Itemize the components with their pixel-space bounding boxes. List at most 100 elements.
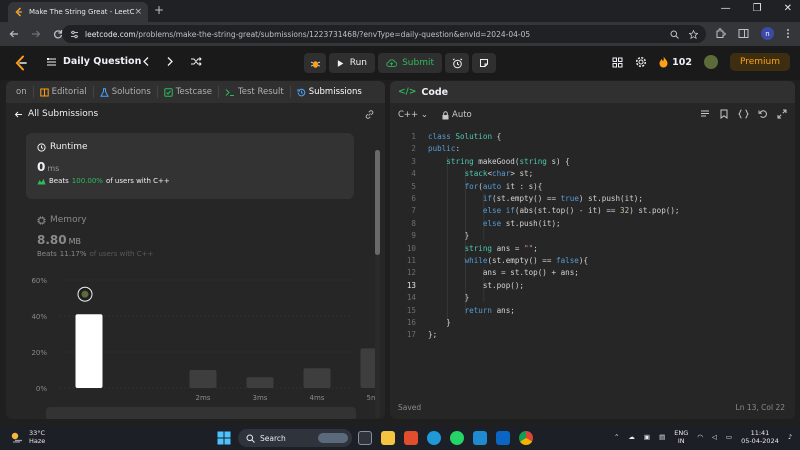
code-line: 6 if(st.empty() == true) st.push(it); — [390, 193, 795, 205]
prev-problem-icon[interactable] — [142, 56, 150, 67]
code-line: 16 } — [390, 317, 795, 329]
back-arrow-icon[interactable] — [6, 26, 22, 42]
runtime-title: Runtime — [37, 142, 343, 152]
close-window-icon[interactable]: ✕ — [784, 3, 792, 14]
tray-app-icon[interactable]: ▣ — [644, 433, 650, 441]
code-text: for(auto it : s){ — [464, 181, 543, 191]
play-icon — [337, 59, 344, 67]
weather-sun-icon — [11, 432, 22, 443]
vscode-icon[interactable] — [473, 431, 487, 445]
timer-button[interactable] — [445, 53, 469, 73]
chart-bar[interactable] — [303, 368, 331, 388]
chart-bar-highlight[interactable] — [75, 314, 103, 388]
share-link-icon[interactable] — [364, 109, 375, 120]
expand-icon[interactable] — [777, 109, 787, 119]
history-icon — [297, 88, 306, 96]
tab-submissions[interactable]: Submissions — [291, 86, 368, 98]
chart-bar[interactable] — [189, 370, 217, 388]
memory-card[interactable]: Memory 8.80 MB Beats 11.17% of users with… — [37, 215, 153, 258]
notes-button[interactable] — [472, 53, 496, 73]
chart-bar[interactable] — [360, 348, 377, 388]
restore-icon[interactable]: ❐ — [753, 3, 762, 14]
submit-button[interactable]: Submit — [378, 53, 442, 73]
code-line: 9 } — [390, 230, 795, 242]
tab-editorial[interactable]: Editorial — [34, 86, 94, 98]
weather-widget[interactable]: 33°C Haze — [10, 429, 45, 445]
runtime-title-text: Runtime — [50, 142, 88, 152]
extensions-puzzle-icon[interactable] — [715, 28, 726, 39]
address-bar[interactable]: leetcode.com/problems/make-the-string-gr… — [62, 25, 706, 43]
debug-button[interactable] — [304, 53, 326, 73]
flask-icon — [99, 87, 109, 97]
bookmark-star-icon[interactable] — [689, 29, 698, 39]
all-submissions-link[interactable]: All Submissions — [14, 109, 98, 119]
tab-description[interactable]: on — [10, 86, 34, 98]
onedrive-icon[interactable]: ☁ — [628, 433, 635, 441]
office-icon[interactable] — [404, 431, 418, 445]
tab-test-result[interactable]: Test Result — [219, 86, 291, 98]
shuffle-icon[interactable] — [190, 56, 202, 67]
browser-tab[interactable]: Make The String Great - LeetCode × — [8, 2, 148, 22]
editor-status-bar: Saved Ln 13, Col 22 — [390, 399, 795, 417]
problem-list-icon — [47, 57, 56, 66]
code-text: else if(abs(st.top() - it) == 32) st.pop… — [482, 206, 680, 216]
line-number: 12 — [406, 268, 416, 278]
auto-mode-toggle[interactable]: Auto — [442, 110, 472, 120]
braces-icon[interactable] — [738, 109, 749, 119]
language-select[interactable]: C++ ⌄ — [398, 110, 428, 120]
linkedin-icon[interactable] — [496, 431, 510, 445]
battery-icon[interactable]: ▭ — [726, 433, 732, 441]
runtime-card[interactable]: Runtime 0 ms Beats 100.00% of users with … — [26, 133, 354, 199]
whatsapp-icon[interactable] — [450, 431, 464, 445]
task-view-icon[interactable] — [358, 431, 372, 445]
edge-icon[interactable] — [427, 431, 441, 445]
user-avatar[interactable] — [703, 55, 718, 69]
premium-button[interactable]: Premium — [729, 53, 790, 71]
wifi-icon[interactable]: ◠ — [697, 433, 703, 441]
settings-gear-icon[interactable] — [635, 56, 647, 68]
notification-bell-icon[interactable]: ♪ — [788, 433, 792, 441]
site-settings-icon[interactable] — [70, 30, 79, 39]
chevron-down-icon: ⌄ — [420, 110, 429, 120]
tray-app-icon-2[interactable]: ▤ — [659, 433, 665, 441]
tab-solutions[interactable]: Solutions — [94, 86, 158, 98]
kebab-menu-icon[interactable] — [786, 28, 790, 39]
forward-arrow-icon[interactable] — [28, 26, 44, 42]
left-panel: on Editorial Solutions Testcase Test Res… — [6, 81, 385, 419]
left-panel-scrollbar-thumb[interactable] — [375, 150, 380, 255]
language-indicator[interactable]: ENG IN — [674, 429, 688, 445]
chrome-icon[interactable] — [519, 431, 533, 445]
run-button[interactable]: Run — [329, 53, 375, 73]
zoom-icon[interactable] — [670, 30, 679, 39]
window-controls: — ❐ ✕ — [721, 3, 792, 14]
side-panel-icon[interactable] — [738, 28, 749, 39]
format-lines-icon[interactable] — [700, 109, 710, 119]
daily-question-link[interactable]: Daily Question — [46, 56, 141, 67]
tab-close-icon[interactable]: × — [134, 7, 142, 17]
minimize-icon[interactable]: — — [721, 3, 731, 14]
code-line: 3 string makeGood(string s) { — [390, 156, 795, 168]
next-problem-icon[interactable] — [166, 56, 174, 67]
new-tab-button[interactable]: + — [154, 3, 164, 17]
chart-bar[interactable] — [246, 377, 274, 388]
reset-icon[interactable] — [758, 109, 768, 119]
layout-grid-icon[interactable] — [612, 57, 623, 68]
code-editor[interactable]: 1 class Solution {2 public: 3 string makeGo… — [390, 131, 795, 393]
code-line: 17}; — [390, 329, 795, 341]
clock[interactable]: 11:41 05-04-2024 — [741, 429, 779, 445]
header-right: 102 Premium — [612, 53, 790, 71]
runtime-unit: ms — [47, 164, 60, 173]
code-panel-title: Code — [421, 86, 449, 98]
file-explorer-icon[interactable] — [381, 431, 395, 445]
taskbar-search[interactable]: Search — [238, 429, 352, 447]
tray-chevron-up-icon[interactable]: ⌃ — [614, 433, 619, 441]
bookmark-icon[interactable] — [719, 109, 729, 119]
checkbox-icon — [164, 87, 173, 97]
leetcode-logo-icon[interactable] — [14, 55, 28, 71]
windows-start-icon[interactable] — [217, 431, 231, 445]
runtime-distribution-chart: 0%20%40%60%2ms3ms4ms5ms — [31, 277, 377, 419]
profile-avatar[interactable]: n — [761, 27, 774, 40]
tab-testcase[interactable]: Testcase — [158, 86, 220, 98]
streak-counter[interactable]: 102 — [659, 56, 692, 68]
volume-icon[interactable]: ◁ — [712, 433, 717, 441]
